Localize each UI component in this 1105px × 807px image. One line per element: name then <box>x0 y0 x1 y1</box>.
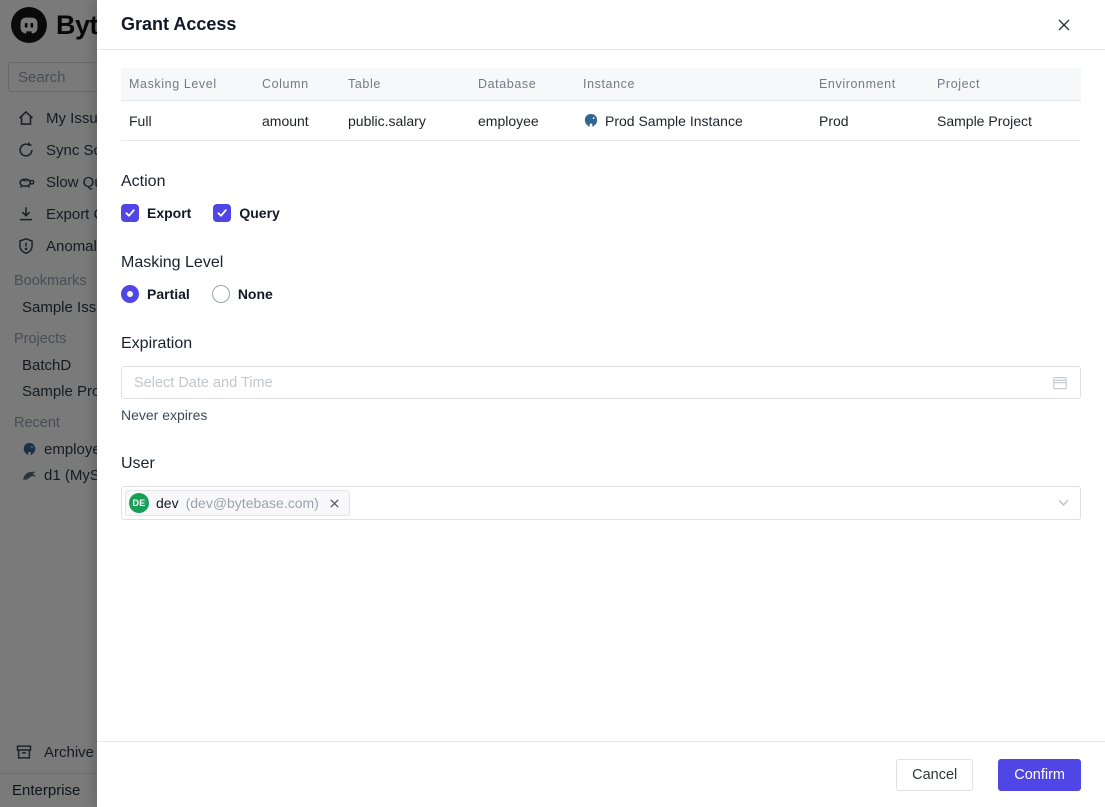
radio-selected-icon[interactable] <box>121 285 139 303</box>
user-select[interactable]: DE dev (dev@bytebase.com) <box>121 486 1081 520</box>
action-label: Action <box>121 173 166 190</box>
table-row: Full amount public.salary employee Prod … <box>121 100 1081 141</box>
export-checkbox[interactable]: Export <box>121 204 191 222</box>
radio-unselected-icon[interactable] <box>211 285 230 303</box>
modal-footer: Cancel Confirm <box>97 741 1105 807</box>
none-radio[interactable]: None <box>211 285 273 303</box>
checkbox-checked-icon[interactable] <box>121 204 139 222</box>
masking-level-label: Masking Level <box>121 254 224 271</box>
cell-database: employee <box>470 100 575 141</box>
column-header-project: Project <box>929 68 1081 101</box>
cell-masking-level: Full <box>121 100 254 141</box>
date-time-input[interactable] <box>134 374 1052 391</box>
calendar-icon[interactable] <box>1052 375 1068 391</box>
action-section: Action Export Query <box>121 173 1081 222</box>
modal-title: Grant Access <box>121 14 237 34</box>
column-header-database: Database <box>470 68 575 101</box>
expiration-label: Expiration <box>121 335 193 352</box>
user-email: (dev@bytebase.com) <box>185 495 319 511</box>
export-checkbox-label: Export <box>147 205 192 221</box>
none-radio-label: None <box>237 286 273 302</box>
cell-table: public.salary <box>340 100 470 141</box>
column-header-column: Column <box>254 68 340 101</box>
user-name: dev <box>156 495 179 511</box>
grant-access-modal: Grant Access Masking Level Column Table … <box>97 0 1105 807</box>
remove-user-icon[interactable] <box>328 497 341 510</box>
column-header-instance: Instance <box>575 68 811 101</box>
masking-level-section: Masking Level Partial None <box>121 254 1081 303</box>
checkbox-checked-icon[interactable] <box>213 204 232 222</box>
avatar: DE <box>129 493 149 513</box>
query-checkbox-label: Query <box>239 205 280 221</box>
partial-radio-label: Partial <box>147 286 190 302</box>
grant-table: Masking Level Column Table Database Inst… <box>121 68 1081 141</box>
instance-name: Prod Sample Instance <box>605 112 743 129</box>
partial-radio[interactable]: Partial <box>121 285 190 303</box>
confirm-button[interactable]: Confirm <box>998 758 1081 791</box>
cell-project: Sample Project <box>929 100 1081 141</box>
cell-column: amount <box>254 100 340 141</box>
column-header-masking-level: Masking Level <box>121 68 254 101</box>
table-header-row: Masking Level Column Table Database Inst… <box>121 68 1081 101</box>
cell-instance: Prod Sample Instance <box>575 100 811 141</box>
user-label: User <box>121 455 155 472</box>
postgres-icon <box>584 113 598 127</box>
modal-backdrop <box>0 0 97 807</box>
expiration-date-input[interactable] <box>121 366 1081 399</box>
chevron-down-icon[interactable] <box>1057 496 1070 509</box>
user-tag: DE dev (dev@bytebase.com) <box>125 490 350 516</box>
user-section: User DE dev (dev@bytebase.com) <box>121 455 1081 520</box>
close-icon[interactable] <box>1053 14 1075 36</box>
cancel-button[interactable]: Cancel <box>896 758 974 791</box>
expiration-section: Expiration Never expires <box>121 335 1081 423</box>
query-checkbox[interactable]: Query <box>213 204 280 222</box>
modal-header: Grant Access <box>97 0 1105 50</box>
column-header-table: Table <box>340 68 470 101</box>
modal-body: Masking Level Column Table Database Inst… <box>97 50 1105 741</box>
cell-environment: Prod <box>811 100 929 141</box>
expiration-hint: Never expires <box>121 407 208 423</box>
column-header-environment: Environment <box>811 68 929 101</box>
